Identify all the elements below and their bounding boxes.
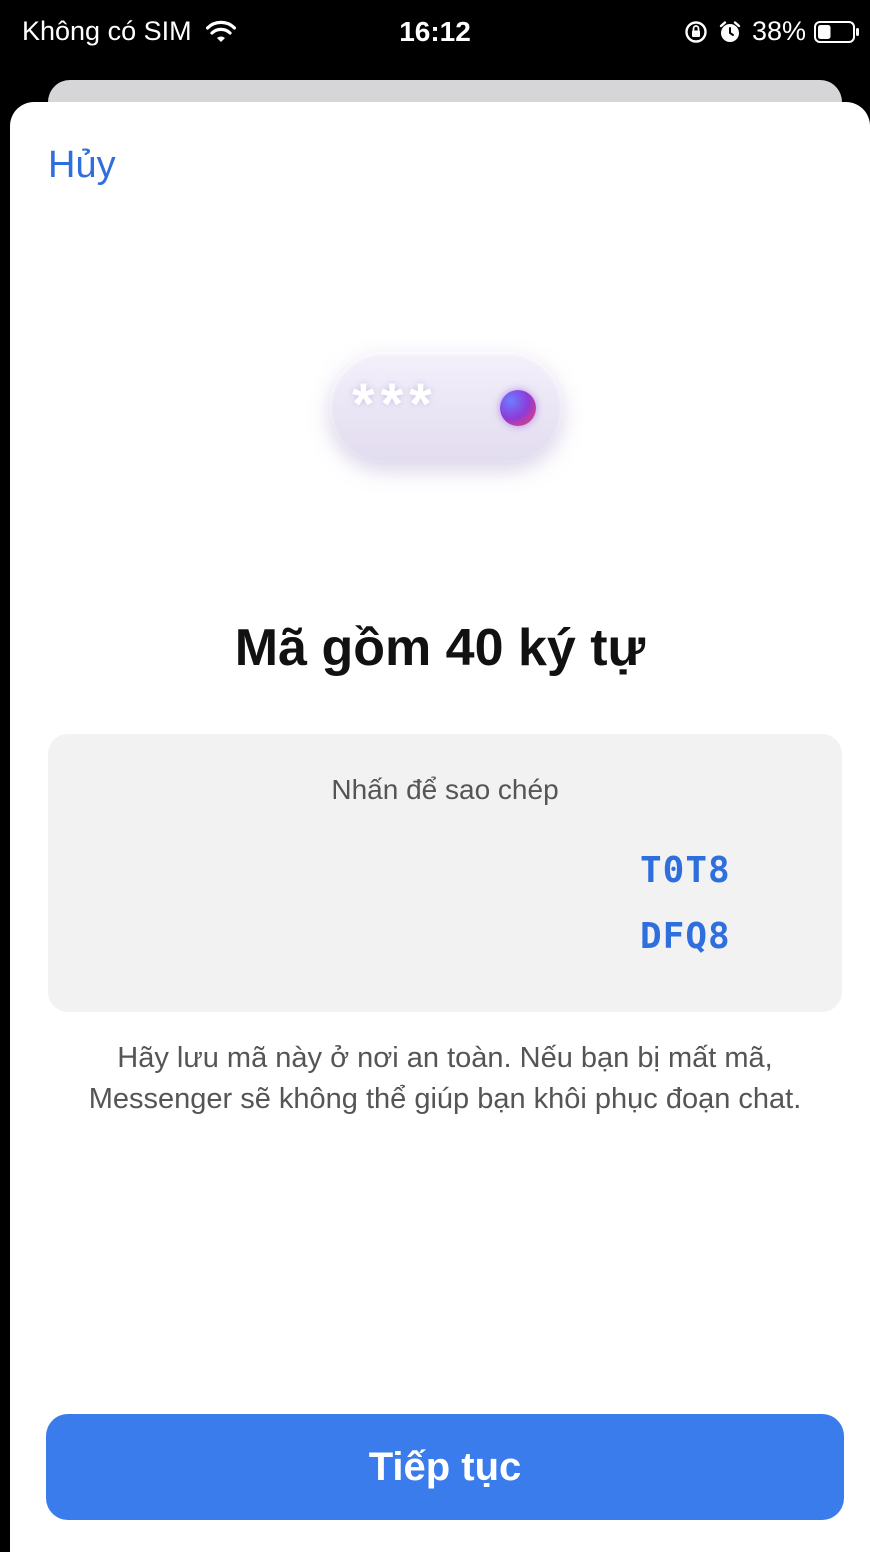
page-title: Mã gồm 40 ký tự — [234, 619, 646, 677]
battery-percent: 38% — [751, 16, 806, 46]
status-right: 38% — [684, 16, 860, 47]
code-line: T0T8 — [640, 850, 731, 891]
hero-asterisks: *** — [352, 372, 438, 437]
copy-hint: Nhấn để sao chép — [331, 774, 559, 805]
warning-text: Hãy lưu mã này ở nơi an toàn. Nếu bạn bị… — [88, 1042, 802, 1115]
copy-code-card[interactable]: Nhấn để sao chép T0T8 DFQ8 — [48, 734, 842, 1012]
continue-button[interactable]: Tiếp tục — [46, 1414, 844, 1520]
alarm-icon — [719, 20, 741, 42]
cancel-button[interactable]: Hủy — [48, 144, 116, 187]
recovery-code-sheet: Hủy *** Mã gồm 40 ký tự Nhấn để sao chép… — [10, 102, 870, 1552]
code-line: DFQ8 — [640, 916, 731, 957]
orientation-lock-icon — [685, 20, 707, 43]
battery-icon — [814, 20, 859, 43]
messenger-gradient-dot-icon — [500, 390, 536, 426]
status-bar: Không có SIM 16:12 38% — [0, 0, 870, 66]
secure-code-illustration: *** — [330, 352, 562, 462]
screen: Không có SIM 16:12 38% Hủy *** Mã gồm 40… — [0, 0, 870, 1552]
